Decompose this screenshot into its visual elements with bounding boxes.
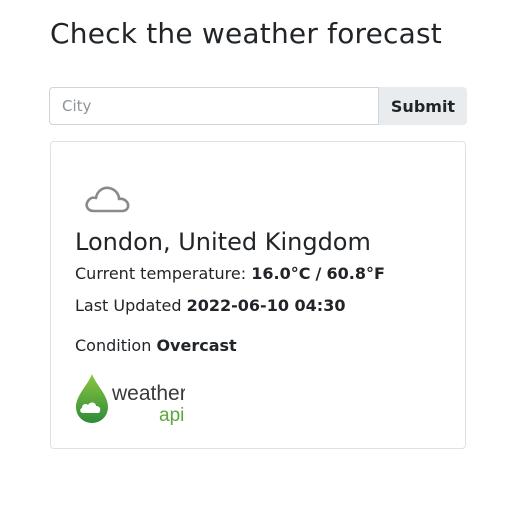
overcast-cloud-icon bbox=[85, 186, 130, 213]
search-form: Submit bbox=[49, 87, 467, 125]
city-input[interactable] bbox=[49, 87, 379, 125]
logo-text-weather: weather bbox=[111, 382, 185, 405]
temperature-fahrenheit: 60.8°F bbox=[326, 264, 385, 283]
location-heading: London, United Kingdom bbox=[75, 228, 371, 256]
last-updated-line: Last Updated 2022-06-10 04:30 bbox=[75, 296, 345, 315]
weatherapi-logo: weather api bbox=[76, 374, 185, 425]
condition-line: Condition Overcast bbox=[75, 336, 237, 355]
condition-value: Overcast bbox=[156, 336, 237, 355]
temperature-line: Current temperature: 16.0°C / 60.8°F bbox=[75, 264, 385, 283]
logo-text-api: api bbox=[159, 405, 184, 425]
condition-label: Condition bbox=[75, 336, 152, 355]
temperature-celsius: 16.0°C bbox=[251, 264, 311, 283]
last-updated-value: 2022-06-10 04:30 bbox=[186, 296, 346, 315]
last-updated-label: Last Updated bbox=[75, 296, 182, 315]
page-title: Check the weather forecast bbox=[50, 17, 442, 50]
submit-button[interactable]: Submit bbox=[379, 87, 467, 125]
temperature-separator: / bbox=[315, 264, 322, 283]
temperature-label: Current temperature: bbox=[75, 264, 247, 283]
